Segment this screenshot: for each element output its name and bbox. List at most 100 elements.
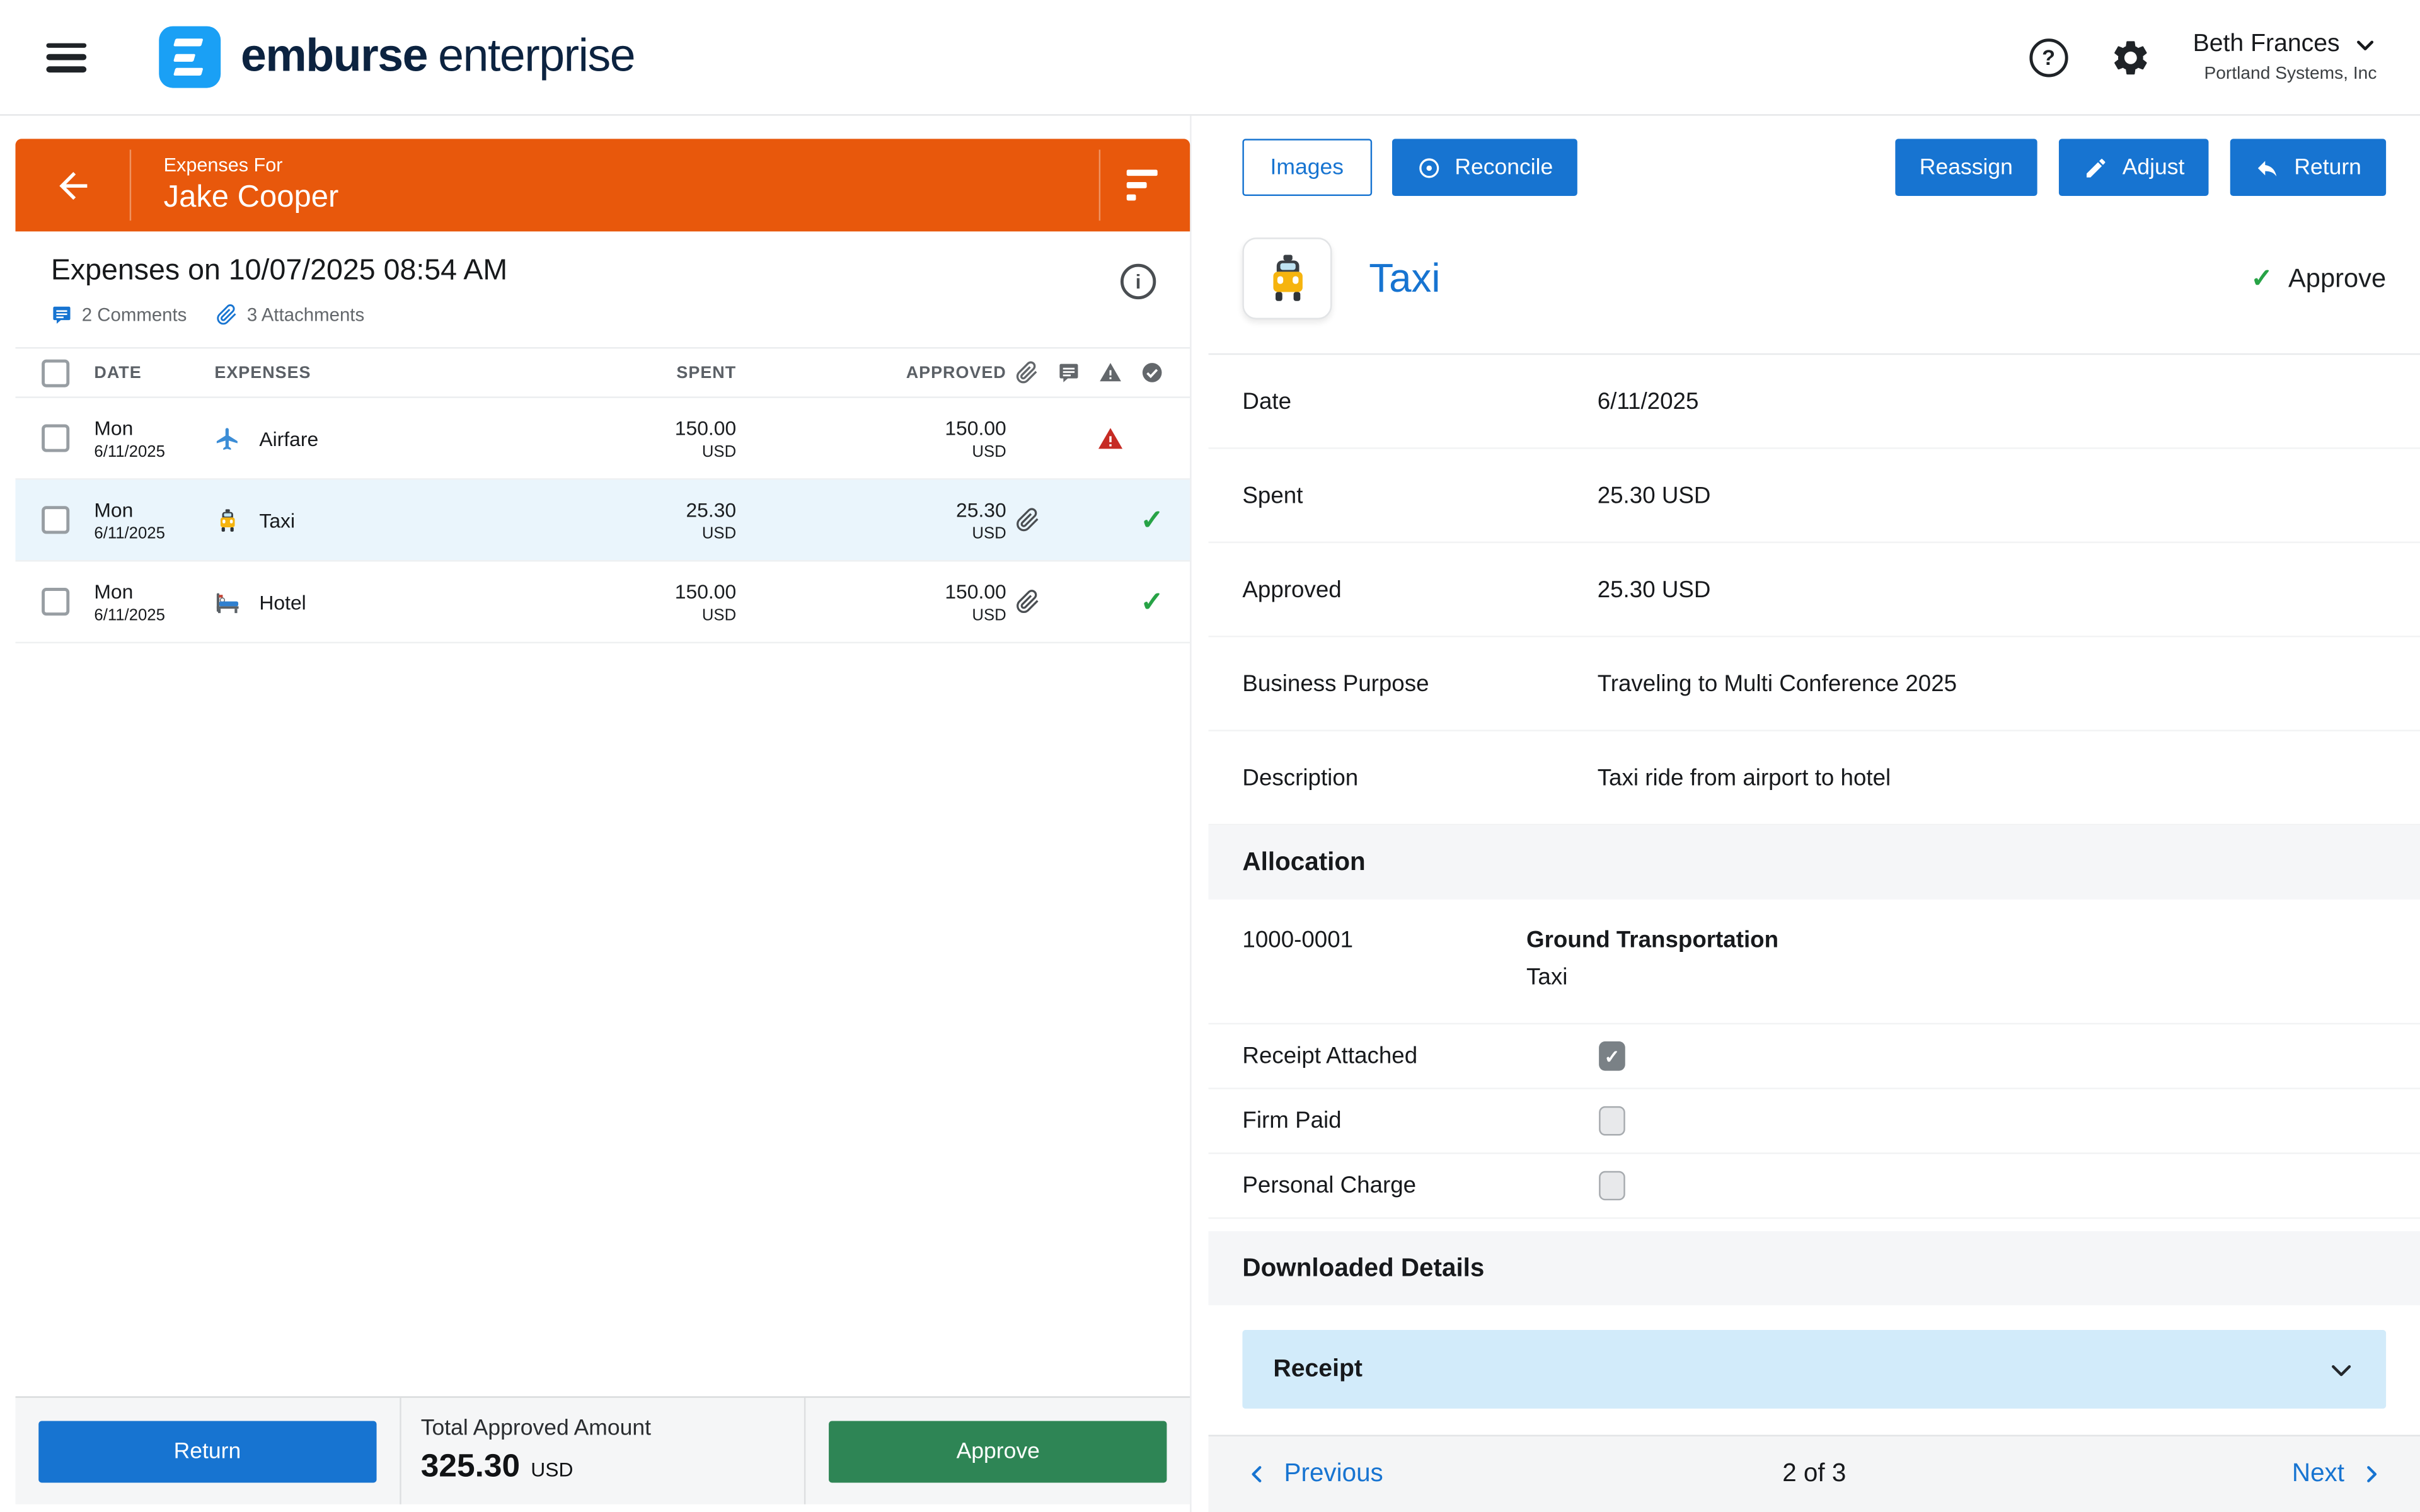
employee-name: Jake Cooper [164, 181, 339, 216]
expense-table-header: DATE EXPENSES SPENT APPROVED [15, 347, 1190, 398]
report-meta: 2 Comments 3 Attachments [51, 304, 507, 325]
back-arrow-icon [52, 164, 93, 206]
field-label: Date [1242, 388, 1597, 415]
approve-button[interactable]: Approve [829, 1420, 1167, 1482]
column-header-comment [1048, 361, 1090, 384]
row-approved: 150.00 USD [736, 580, 1006, 624]
firm-paid-checkbox[interactable] [1599, 1106, 1625, 1136]
column-header-expenses: EXPENSES [214, 364, 566, 382]
select-all-checkbox[interactable] [42, 358, 69, 386]
brand-logo: emburseenterprise [159, 26, 635, 88]
detail-pagination: 2 of 3 Previous Next [1209, 1435, 2420, 1512]
expense-title: Taxi [1369, 255, 1440, 302]
reply-arrow-icon [2256, 155, 2280, 180]
row-spent: 25.30 USD [567, 498, 736, 542]
comments-link[interactable]: 2 Comments [51, 304, 187, 325]
return-button[interactable]: Return [38, 1420, 376, 1482]
column-header-warning [1090, 361, 1131, 384]
approved-amount: 150.00 [736, 416, 1006, 439]
receipt-expander[interactable]: Receipt [1242, 1330, 2386, 1409]
reconcile-button[interactable]: Reconcile [1392, 139, 1578, 196]
sort-filter-icon[interactable] [1100, 170, 1190, 200]
top-bar: emburseenterprise ? Beth Frances Portlan… [0, 0, 2420, 116]
allocation-code: 1000-0001 [1242, 927, 1526, 990]
expense-detail-panel: Images Reconcile Reassign Adjust Return [1209, 116, 2420, 1512]
report-title-block: Expenses on 10/07/2025 08:54 AM 2 Commen… [51, 255, 507, 326]
field-value: 25.30 USD [1598, 576, 1711, 603]
user-menu[interactable]: Beth Frances Portland Systems, Inc [2193, 31, 2377, 83]
return-expense-button[interactable]: Return [2231, 139, 2386, 196]
row-checkbox[interactable] [42, 424, 69, 452]
flag-row-receipt-attached: Receipt Attached ✓ [1209, 1024, 2420, 1089]
previous-label: Previous [1284, 1460, 1383, 1489]
expense-row-hotel[interactable]: Mon 6/11/2025 Hotel 150.00 USD 150.00 US… [15, 561, 1190, 643]
return-cell: Return [15, 1398, 399, 1504]
back-button[interactable] [15, 164, 129, 206]
total-approved-label: Total Approved Amount [421, 1416, 651, 1441]
comment-icon [51, 304, 72, 325]
spent-amount: 150.00 [567, 580, 736, 603]
info-icon[interactable]: i [1121, 264, 1156, 299]
chevron-left-icon [1245, 1463, 1269, 1486]
flag-row-personal-charge: Personal Charge [1209, 1154, 2420, 1219]
field-label: Spent [1242, 482, 1597, 508]
approve-status-label: Approve [2288, 263, 2386, 294]
spent-currency: USD [567, 442, 736, 461]
row-checkbox-cell [42, 588, 94, 616]
row-date-value: 6/11/2025 [94, 524, 214, 542]
expense-row-taxi[interactable]: Mon 6/11/2025 Taxi 25.30 USD 25.30 USD [15, 480, 1190, 562]
adjust-button[interactable]: Adjust [2059, 139, 2209, 196]
row-checkbox[interactable] [42, 588, 69, 616]
spent-amount: 150.00 [567, 416, 736, 439]
warning-icon [1097, 425, 1124, 452]
bed-emoji [214, 588, 241, 615]
attachments-link[interactable]: 3 Attachments [216, 304, 364, 325]
allocation-row: 1000-0001 Ground Transportation Taxi [1209, 900, 2420, 1024]
spent-amount: 25.30 [567, 498, 736, 521]
field-row-approved: Approved 25.30 USD [1209, 543, 2420, 637]
approve-cell: Approve [806, 1398, 1190, 1504]
expense-row-airfare[interactable]: Mon 6/11/2025 Airfare 150.00 USD 150.00 … [15, 398, 1190, 480]
attachments-label: 3 Attachments [247, 304, 364, 325]
field-value: Traveling to Multi Conference 2025 [1598, 670, 1957, 697]
brand-primary: emburse [241, 31, 427, 82]
next-button[interactable]: Next [2292, 1460, 2383, 1489]
personal-charge-checkbox[interactable] [1599, 1171, 1625, 1201]
approved-amount: 25.30 [736, 498, 1006, 521]
help-icon[interactable]: ? [2029, 38, 2068, 76]
approved-amount: 150.00 [736, 580, 1006, 603]
hamburger-menu-icon[interactable] [46, 42, 86, 72]
reassign-button[interactable]: Reassign [1895, 139, 2037, 196]
receipt-attached-checkbox[interactable]: ✓ [1599, 1041, 1625, 1071]
attachment-cell [1006, 590, 1048, 614]
field-row-spent: Spent 25.30 USD [1209, 449, 2420, 543]
warning-icon [1099, 361, 1122, 384]
row-checkbox[interactable] [42, 506, 69, 534]
expense-list-header: Expenses For Jake Cooper [15, 139, 1190, 231]
row-day: Mon [94, 416, 214, 439]
downloaded-details-heading: Downloaded Details [1209, 1231, 2420, 1305]
approve-status-action[interactable]: ✓ Approve [2251, 263, 2386, 294]
column-header-spent: SPENT [567, 364, 736, 382]
comments-label: 2 Comments [82, 304, 187, 325]
total-amount-value: 325.30 [421, 1449, 520, 1486]
brand-secondary: enterprise [438, 31, 635, 82]
row-approved: 150.00 USD [736, 416, 1006, 461]
chevron-down-icon[interactable] [2327, 1355, 2355, 1383]
field-label: Description [1242, 764, 1597, 791]
check-circle-icon [1141, 361, 1164, 384]
expense-detail-header: Taxi ✓ Approve [1242, 238, 2386, 319]
adjust-label: Adjust [2123, 155, 2185, 180]
row-checkbox-cell [42, 506, 94, 534]
flag-label: Personal Charge [1242, 1172, 1599, 1199]
gear-icon[interactable] [2109, 37, 2151, 78]
main-content: Expenses For Jake Cooper Expenses on 10/… [0, 116, 2420, 1512]
receipt-label: Receipt [1273, 1355, 1363, 1383]
previous-button[interactable]: Previous [1245, 1460, 1383, 1489]
detail-toolbar: Images Reconcile Reassign Adjust Return [1242, 139, 2386, 196]
allocation-detail: Ground Transportation Taxi [1526, 927, 1778, 990]
approved-currency: USD [736, 524, 1006, 542]
total-amount-currency: USD [531, 1458, 573, 1481]
flag-row-firm-paid: Firm Paid [1209, 1089, 2420, 1154]
images-button[interactable]: Images [1242, 139, 1371, 196]
